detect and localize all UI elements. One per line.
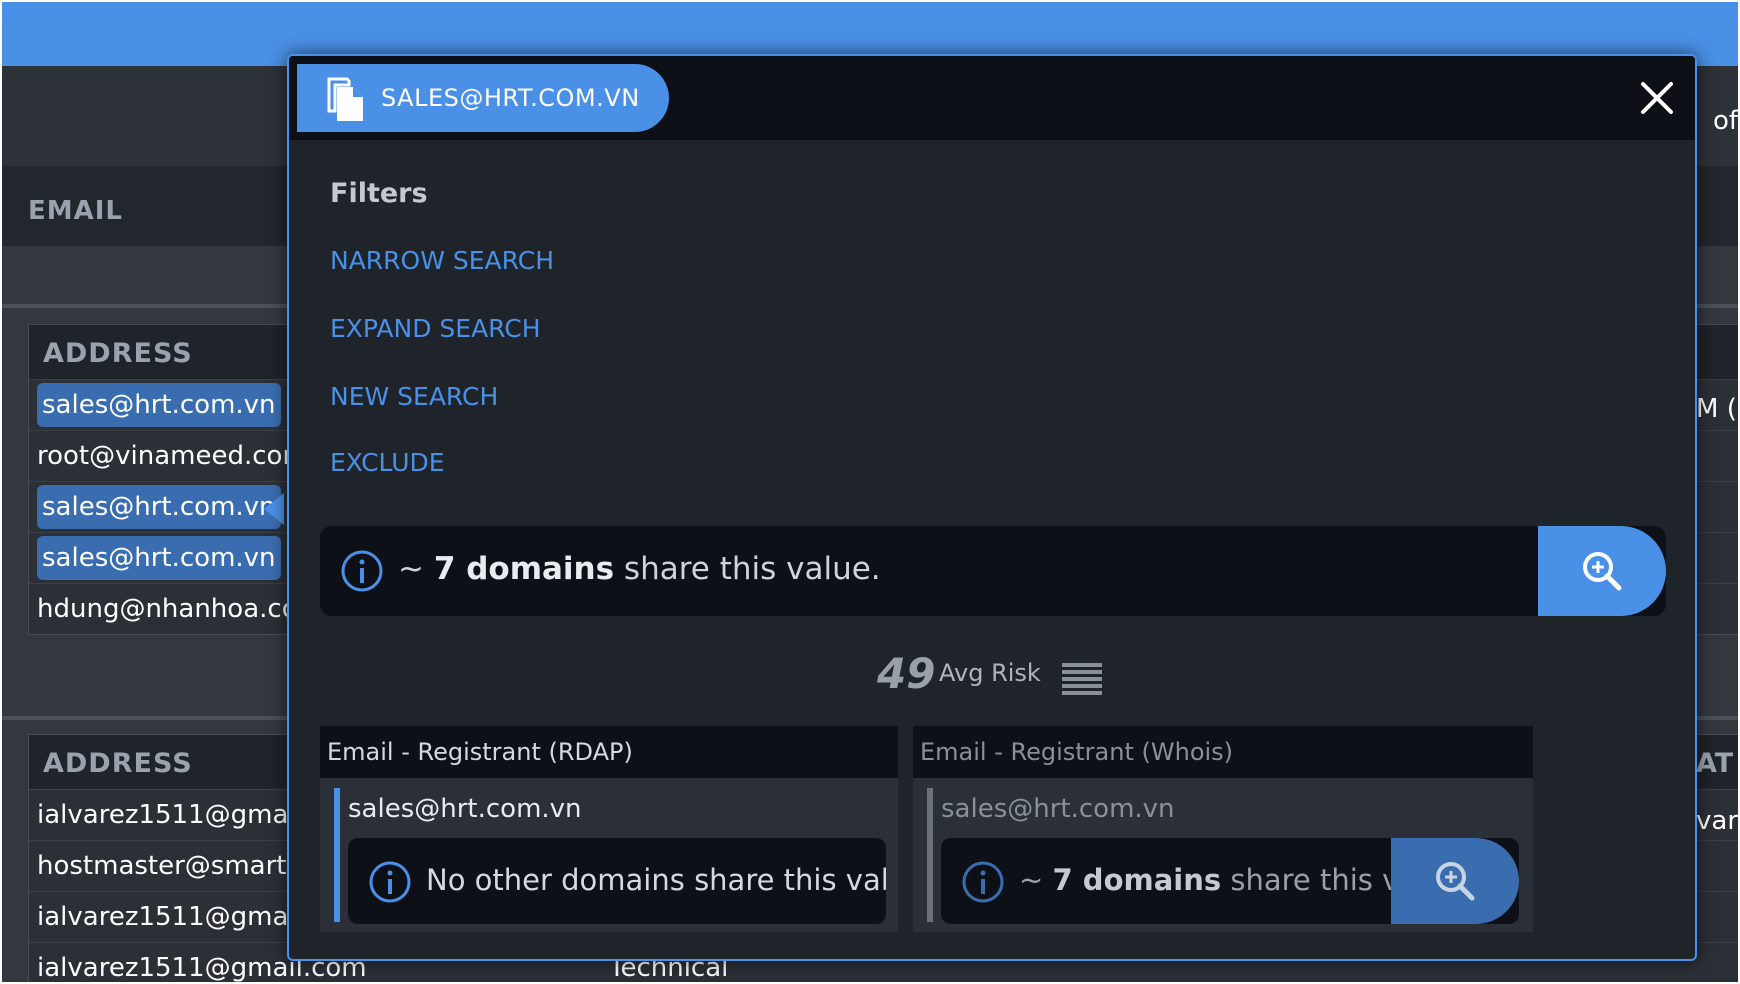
risk-label: Avg Risk <box>939 659 1041 687</box>
info-icon <box>341 550 383 592</box>
value-tab[interactable]: SALES@HRT.COM.VN <box>297 64 669 132</box>
value-tab-label: SALES@HRT.COM.VN <box>381 84 640 112</box>
pivot-search-button[interactable] <box>1538 526 1666 616</box>
column-header-fragment: AT <box>1696 748 1734 779</box>
address-value[interactable]: sales@hrt.com.vn <box>37 536 281 580</box>
whois-email-value[interactable]: sales@hrt.com.vn <box>941 794 1175 824</box>
domain-count: 7 domains <box>433 551 615 587</box>
share-summary: ~ 7 domains share this value. <box>320 526 1666 616</box>
pagination-fragment: of <box>1712 106 1738 136</box>
address-value[interactable]: hdung@nhanhoa.com <box>37 594 323 624</box>
rdap-panel: Email - Registrant (RDAP) sales@hrt.com.… <box>320 726 898 932</box>
address-value[interactable]: root@vinameed.com <box>37 441 308 471</box>
row-fragment: varez <box>1696 806 1738 836</box>
share-summary-text: ~ 7 domains share this value. <box>398 551 881 587</box>
filters-title: Filters <box>330 178 428 209</box>
info-icon <box>962 861 1004 903</box>
whois-panel: Email - Registrant (Whois) sales@hrt.com… <box>913 726 1533 932</box>
close-icon[interactable] <box>1639 80 1675 116</box>
address-value[interactable]: hostmaster@smartnet <box>37 851 329 881</box>
zoom-in-icon <box>1583 552 1622 591</box>
panel-accent <box>334 788 340 922</box>
zoom-in-icon <box>1436 862 1475 901</box>
panel-accent <box>927 788 933 922</box>
modal-header: SALES@HRT.COM.VN <box>289 56 1695 140</box>
risk-bars-icon <box>1062 663 1102 695</box>
popover-pointer <box>264 493 284 525</box>
address-value[interactable]: sales@hrt.com.vn <box>37 485 281 529</box>
rdap-panel-title: Email - Registrant (RDAP) <box>320 726 898 778</box>
whois-pivot-button[interactable] <box>1391 838 1519 924</box>
rdap-share-text: No other domains share this value. <box>426 863 886 897</box>
whois-panel-title: Email - Registrant (Whois) <box>913 726 1533 778</box>
role-fragment: M ( <box>1696 394 1737 424</box>
narrow-search-link[interactable]: NARROW SEARCH <box>330 246 554 275</box>
exclude-link[interactable]: EXCLUDE <box>330 448 445 477</box>
expand-search-link[interactable]: EXPAND SEARCH <box>330 314 541 343</box>
rdap-email-value[interactable]: sales@hrt.com.vn <box>348 794 582 824</box>
pivot-modal: SALES@HRT.COM.VN Filters NARROW SEARCH E… <box>287 54 1697 961</box>
address-value[interactable]: sales@hrt.com.vn <box>37 383 281 427</box>
email-column-label: EMAIL <box>28 196 123 226</box>
new-search-link[interactable]: NEW SEARCH <box>330 382 498 411</box>
domain-count: 7 domains <box>1052 863 1222 897</box>
document-copy-icon <box>327 77 363 121</box>
info-icon <box>369 861 411 903</box>
risk-score: 49 <box>877 649 936 698</box>
whois-share-box: ~ 7 domains share this value. <box>941 838 1519 924</box>
rdap-share-box: No other domains share this value. <box>348 838 886 924</box>
